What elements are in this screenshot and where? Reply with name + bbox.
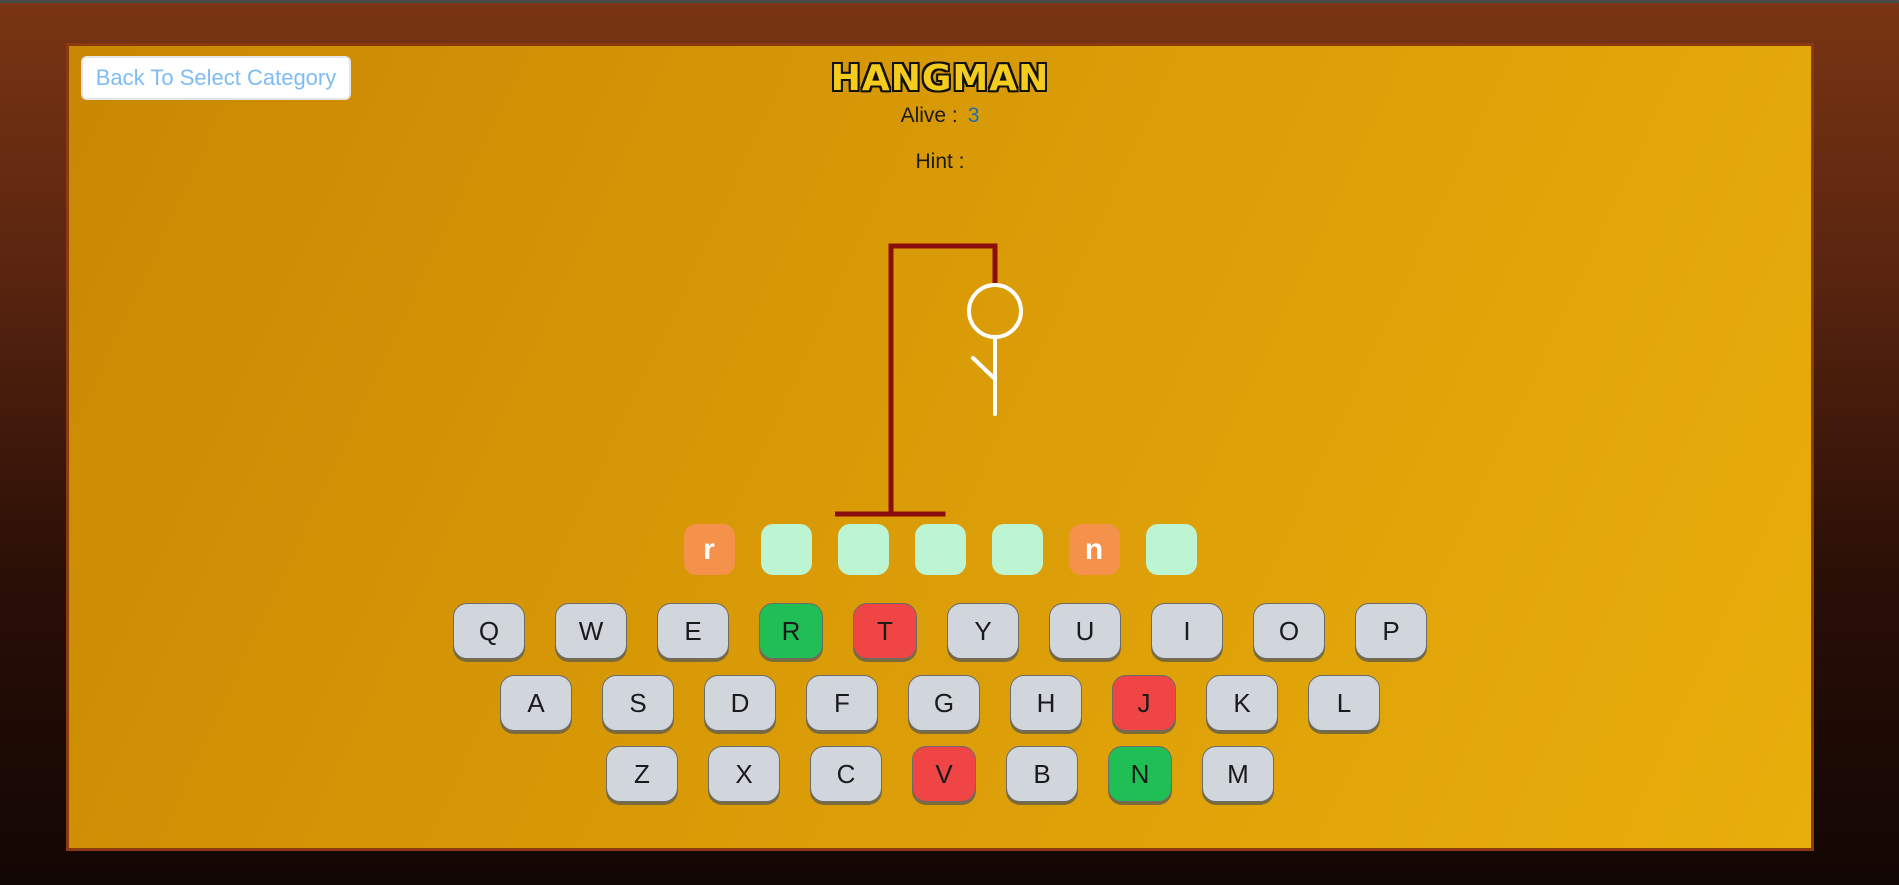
figure-left-arm (971, 356, 997, 381)
key-l[interactable]: L (1308, 675, 1380, 731)
keyboard-row-2: ASDFGHJKL (69, 675, 1811, 731)
key-b[interactable]: B (1006, 746, 1078, 802)
key-g[interactable]: G (908, 675, 980, 731)
key-f[interactable]: F (806, 675, 878, 731)
key-j[interactable]: J (1112, 675, 1176, 731)
letter-slot: r (683, 524, 735, 575)
key-q[interactable]: Q (453, 603, 525, 659)
key-n[interactable]: N (1108, 746, 1172, 802)
hangman-figure (967, 283, 1023, 416)
letter-slot: n (1068, 524, 1120, 575)
key-u[interactable]: U (1049, 603, 1121, 659)
word-slots: rn (69, 524, 1811, 575)
key-s[interactable]: S (602, 675, 674, 731)
key-t[interactable]: T (853, 603, 917, 659)
key-c[interactable]: C (810, 746, 882, 802)
hint-label: Hint : (915, 150, 965, 173)
gallows-drawing (835, 243, 1023, 517)
key-i[interactable]: I (1151, 603, 1223, 659)
key-o[interactable]: O (1253, 603, 1325, 659)
game-title: HANGMAN (830, 58, 1050, 99)
key-w[interactable]: W (555, 603, 627, 659)
key-z[interactable]: Z (606, 746, 678, 802)
key-m[interactable]: M (1202, 746, 1274, 802)
letter-slot (914, 524, 966, 575)
letter-slot (991, 524, 1043, 575)
keyboard-row-1: QWERTYUIOP (69, 603, 1811, 659)
alive-label: Alive : (900, 104, 958, 127)
window-top-strip (0, 0, 1899, 3)
keyboard-row-3: ZXCVBNM (69, 746, 1811, 802)
key-e[interactable]: E (657, 603, 729, 659)
figure-head (967, 283, 1023, 339)
letter-slot (1145, 524, 1197, 575)
gallows-frame (835, 243, 998, 517)
alive-status: Alive : 3 (69, 104, 1811, 128)
key-k[interactable]: K (1206, 675, 1278, 731)
letter-slot (760, 524, 812, 575)
key-p[interactable]: P (1355, 603, 1427, 659)
key-x[interactable]: X (708, 746, 780, 802)
key-h[interactable]: H (1010, 675, 1082, 731)
letter-slot (837, 524, 889, 575)
key-r[interactable]: R (759, 603, 823, 659)
key-y[interactable]: Y (947, 603, 1019, 659)
key-v[interactable]: V (912, 746, 976, 802)
key-d[interactable]: D (704, 675, 776, 731)
alive-count: 3 (967, 104, 980, 127)
game-board: Back To Select Category HANGMAN Alive :3… (66, 43, 1814, 851)
key-a[interactable]: A (500, 675, 572, 731)
